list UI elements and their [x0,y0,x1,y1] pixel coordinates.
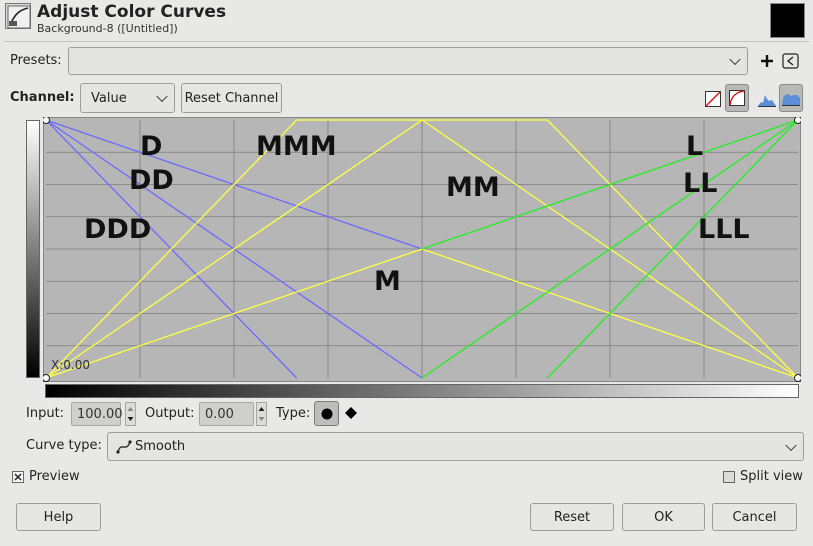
layer-preview-swatch [770,3,805,38]
letters-LLL: LLL [698,214,750,245]
diamond-point-icon [345,407,357,419]
preview-label: Preview [29,469,80,484]
histogram-icon [758,95,776,107]
smooth-curve-icon [116,440,132,454]
input-value: 100.00 [77,406,123,422]
linear-histogram-button[interactable] [701,85,725,113]
letters-DD: DD [129,165,174,196]
ok-button[interactable]: OK [622,503,705,531]
letters-D: D [140,131,162,162]
curve-type-label: Curve type: [26,438,102,453]
preset-menu-button[interactable] [782,52,800,70]
spin-arrows-icon [127,407,134,421]
output-label: Output: [145,406,195,421]
split-view-label: Split view [740,469,803,484]
split-view-checkbox[interactable] [723,471,735,483]
letters-LL: LL [683,168,717,199]
input-gradient-bar [45,384,799,398]
letters-MMM: MMM [256,131,337,162]
histogram-log-icon [782,94,800,106]
dialog-title: Adjust Color Curves [37,2,227,22]
presets-dropdown[interactable] [68,47,748,75]
output-spinbox[interactable]: 0.00 [199,402,254,426]
channel-value: Value [91,91,127,106]
plus-icon [761,55,773,67]
letters-MM: MM [446,172,500,203]
curve-control-point[interactable] [794,374,802,382]
curve-control-point[interactable] [43,374,50,382]
curve-control-point[interactable] [794,117,802,124]
curves-tool-icon [5,3,31,29]
dialog-subtitle: Background-8 ([Untitled]) [37,22,178,35]
linear-curve-icon [705,91,721,107]
presets-label: Presets: [10,53,62,68]
output-spin-arrows[interactable] [256,402,267,426]
output-value: 0.00 [205,406,234,422]
add-preset-button[interactable] [758,50,776,72]
curve-control-point[interactable] [43,117,50,124]
letters-M: M [374,266,401,297]
header-divider [4,41,809,42]
histogram-linear-button[interactable] [755,85,779,113]
letters-DDD: DDD [84,214,151,245]
curves-graph[interactable]: D DD DDD MMM MM M L LL LLL X:0.00 [43,117,801,382]
type-label: Type: [276,406,311,421]
checkmark-icon [14,473,22,481]
reset-channel-button[interactable]: Reset Channel [181,83,282,113]
letters-L: L [686,131,703,162]
channel-dropdown[interactable]: Value [80,83,175,113]
chevron-down-icon [785,439,797,451]
help-button[interactable]: Help [16,503,101,531]
corner-point-button[interactable] [343,405,359,421]
menu-arrow-icon [782,53,799,69]
cancel-button[interactable]: Cancel [712,503,797,531]
input-spinbox[interactable]: 100.00 [71,402,123,426]
input-label: Input: [26,406,65,421]
chevron-down-icon [156,90,168,103]
coordinate-readout: X:0.00 [51,358,90,372]
output-gradient-bar [26,120,40,378]
curve-type-value: Smooth [135,439,186,454]
log-curve-icon [729,90,745,106]
histogram-log-button[interactable] [779,84,803,112]
smooth-point-button[interactable] [314,401,339,426]
circle-point-icon [321,408,332,419]
input-spin-arrows[interactable] [125,402,136,426]
curve-type-dropdown[interactable]: Smooth [107,432,804,461]
reset-button[interactable]: Reset [530,503,614,531]
log-histogram-button[interactable] [725,84,749,112]
preview-checkbox[interactable] [12,471,24,483]
spin-arrows-icon [258,407,265,421]
channel-label: Channel: [10,90,75,105]
dialog-header: Adjust Color Curves Background-8 ([Untit… [0,0,813,40]
chevron-down-icon [729,53,741,66]
